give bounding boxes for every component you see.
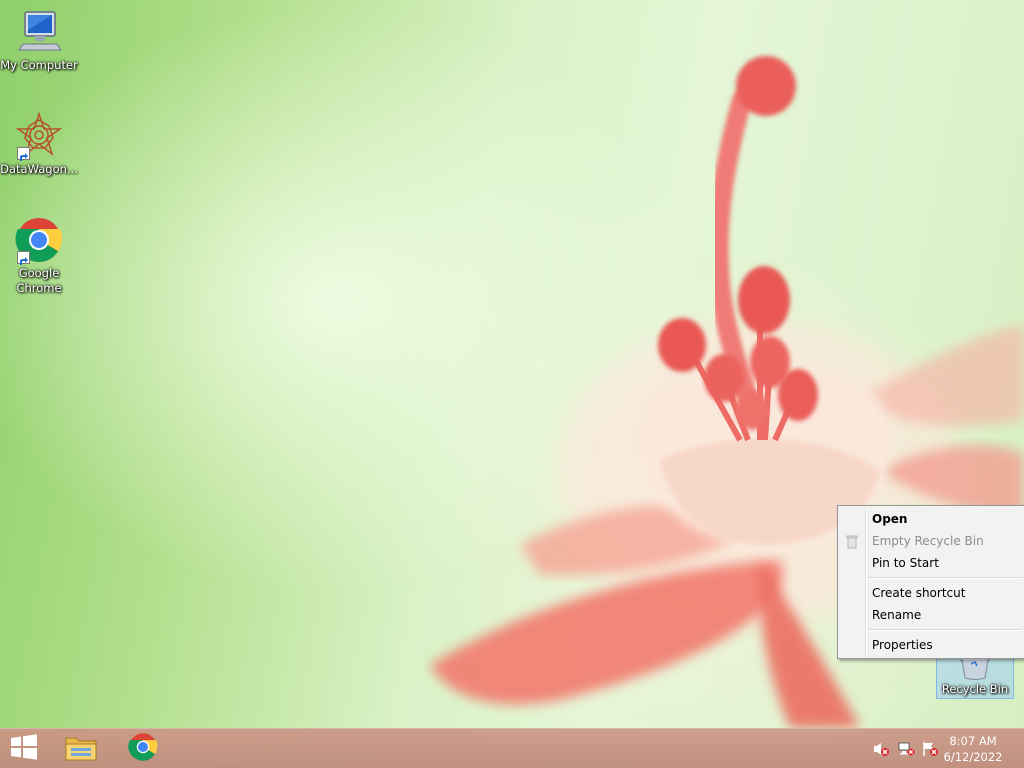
folder-icon [64,732,98,766]
desktop-icon-google-chrome[interactable]: Google Chrome [0,216,78,296]
start-button[interactable] [0,729,48,768]
action-center-flag-icon[interactable] [921,741,939,757]
desktop-icon-label: My Computer [0,58,78,72]
desktop-icon-label: Google Chrome [16,266,62,295]
menu-item-empty-recycle-bin[interactable]: Empty Recycle Bin [838,530,1024,552]
speaker-muted-icon[interactable] [872,741,890,757]
taskbar-chrome-button[interactable] [118,729,168,768]
clock-time: 8:07 AM [949,734,997,748]
context-menu: Open Empty Recycle Bin Pin to Start Crea… [837,505,1024,659]
taskbar-clock[interactable]: 8:07 AM 6/12/2022 [938,733,1008,765]
desktop-icon-datawagon[interactable]: DataWagon... [0,111,78,177]
shortcut-arrow-icon [17,251,30,265]
chrome-icon [15,216,63,265]
menu-item-rename[interactable]: Rename [838,604,1024,626]
menu-item-open[interactable]: Open [838,508,1024,530]
menu-item-properties[interactable]: Properties [838,634,1024,656]
clock-date: 6/12/2022 [943,750,1003,764]
computer-icon [15,8,63,56]
taskbar-file-explorer-button[interactable] [56,729,106,768]
menu-separator [868,577,1022,579]
network-disconnected-icon[interactable] [897,741,915,757]
desktop-icon-my-computer[interactable]: My Computer [0,8,78,73]
taskbar: 8:07 AM 6/12/2022 [0,728,1024,768]
chrome-icon [128,732,158,766]
shortcut-arrow-icon [17,147,30,161]
desktop-icon-label: Recycle Bin [941,682,1009,696]
menu-item-create-shortcut[interactable]: Create shortcut [838,582,1024,604]
empty-recycle-bin-icon [845,534,859,549]
desktop[interactable]: My Computer DataWagon... Google Chrome R… [0,0,1024,768]
menu-item-pin-to-start[interactable]: Pin to Start [838,552,1024,574]
datawagon-icon [15,111,63,161]
menu-separator [868,629,1022,631]
menu-item-label: Empty Recycle Bin [872,534,984,548]
desktop-icon-label: DataWagon... [0,162,78,176]
windows-logo-icon [10,733,38,765]
